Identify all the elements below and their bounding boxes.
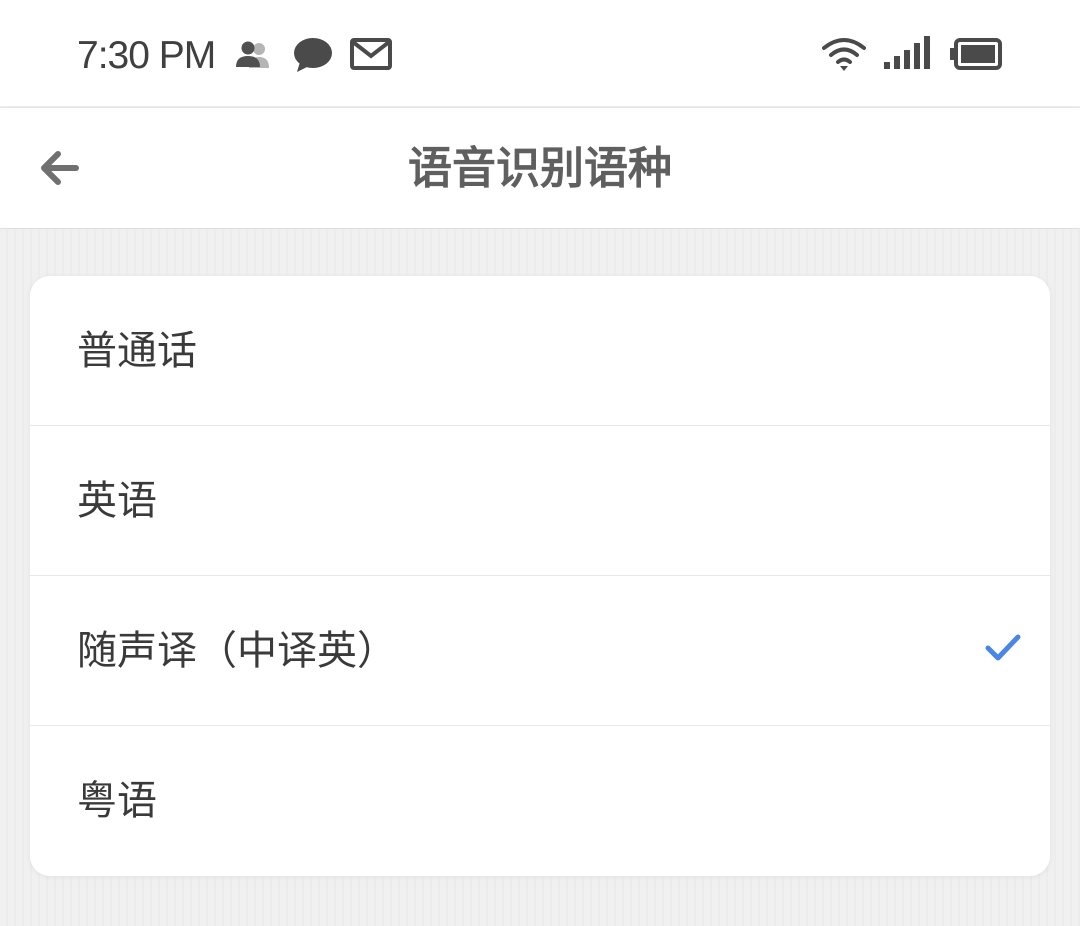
language-options-list: 普通话 英语 随声译（中译英） 粤语 bbox=[30, 276, 1050, 876]
option-label: 粤语 bbox=[77, 778, 157, 824]
checkmark-icon bbox=[985, 634, 1021, 661]
chat-bubble-icon bbox=[294, 38, 332, 72]
option-label: 普通话 bbox=[77, 328, 197, 374]
language-option-cantonese[interactable]: 粤语 bbox=[30, 726, 1050, 876]
cell-signal-icon bbox=[884, 36, 930, 69]
title-bar: 语音识别语种 bbox=[0, 107, 1080, 228]
language-option-english[interactable]: 英语 bbox=[30, 426, 1050, 576]
wifi-icon bbox=[822, 38, 866, 71]
option-label: 随声译（中译英） bbox=[77, 628, 397, 674]
status-bar: 7:30 PM bbox=[0, 0, 1080, 106]
contacts-icon bbox=[236, 41, 269, 68]
battery-icon bbox=[950, 38, 1002, 70]
language-option-mandarin[interactable]: 普通话 bbox=[30, 276, 1050, 426]
mail-icon bbox=[350, 38, 392, 70]
status-time: 7:30 PM bbox=[77, 34, 216, 77]
language-option-translate-zh-en[interactable]: 随声译（中译英） bbox=[30, 576, 1050, 726]
content-area: 普通话 英语 随声译（中译英） 粤语 bbox=[0, 229, 1080, 926]
page-title: 语音识别语种 bbox=[408, 143, 672, 194]
option-label: 英语 bbox=[77, 478, 157, 524]
